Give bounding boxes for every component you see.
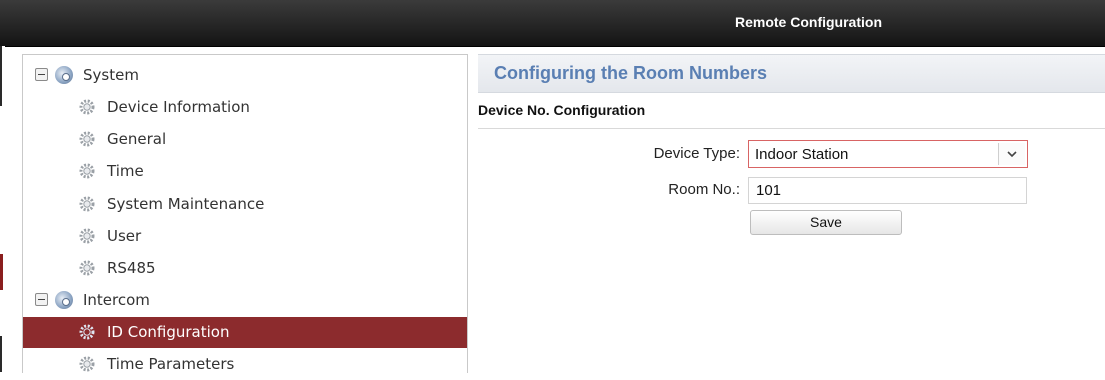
tree-item-label: Time — [107, 162, 144, 180]
tree-item-system-maintenance[interactable]: System Maintenance — [23, 189, 467, 220]
gear-icon — [79, 196, 95, 212]
config-tree: System Device Information General Time S… — [22, 54, 468, 373]
device-type-label: Device Type: — [653, 145, 740, 162]
edge-bar — [0, 336, 2, 372]
tree-group-intercom[interactable]: Intercom — [23, 285, 467, 316]
tree-item-label: General — [107, 130, 167, 148]
gear-icon — [79, 163, 95, 179]
tree-group-system[interactable]: System — [23, 60, 467, 91]
window-title: Remote Configuration — [735, 14, 882, 30]
tree-item-general[interactable]: General — [23, 124, 467, 155]
collapse-icon[interactable] — [35, 293, 48, 306]
tree-item-label: User — [107, 227, 142, 245]
gear-icon — [79, 131, 95, 147]
divider — [478, 128, 1105, 129]
tree-item-id-configuration[interactable]: ID Configuration — [23, 317, 467, 348]
edge-bar-accent — [0, 254, 3, 290]
section-title: Device No. Configuration — [478, 102, 646, 118]
tree-item-label: ID Configuration — [107, 323, 230, 341]
room-no-label: Room No.: — [668, 181, 740, 198]
device-type-select[interactable]: Indoor Station — [748, 140, 1028, 168]
background-window-edge — [0, 46, 5, 372]
gear-icon — [79, 356, 95, 372]
collapse-icon[interactable] — [35, 68, 48, 81]
tree-item-label: Device Information — [107, 98, 250, 116]
tree-item-time[interactable]: Time — [23, 156, 467, 187]
page-header: Configuring the Room Numbers — [478, 54, 1105, 93]
gear-icon — [79, 260, 95, 276]
tree-item-device-information[interactable]: Device Information — [23, 92, 467, 123]
tree-item-time-parameters[interactable]: Time Parameters — [23, 349, 467, 380]
tree-group-label: System — [83, 66, 139, 84]
title-bar: Remote Configuration — [0, 0, 1105, 47]
system-group-icon — [55, 66, 73, 84]
gear-icon — [79, 228, 95, 244]
tree-group-label: Intercom — [83, 291, 150, 309]
tree-item-user[interactable]: User — [23, 221, 467, 252]
edge-bar — [0, 46, 2, 106]
page-title: Configuring the Room Numbers — [494, 63, 767, 83]
device-type-value: Indoor Station — [755, 146, 849, 163]
tree-item-rs485[interactable]: RS485 — [23, 253, 467, 284]
tree-item-label: Time Parameters — [107, 355, 235, 373]
tree-item-label: System Maintenance — [107, 195, 265, 213]
gear-icon — [79, 99, 95, 115]
gear-icon — [79, 324, 95, 340]
chevron-down-icon — [1007, 151, 1017, 158]
dropdown-button[interactable] — [998, 143, 1025, 165]
intercom-group-icon — [55, 291, 73, 309]
tree-item-label: RS485 — [107, 259, 156, 277]
save-button[interactable]: Save — [750, 210, 902, 235]
room-no-input[interactable] — [748, 177, 1027, 204]
